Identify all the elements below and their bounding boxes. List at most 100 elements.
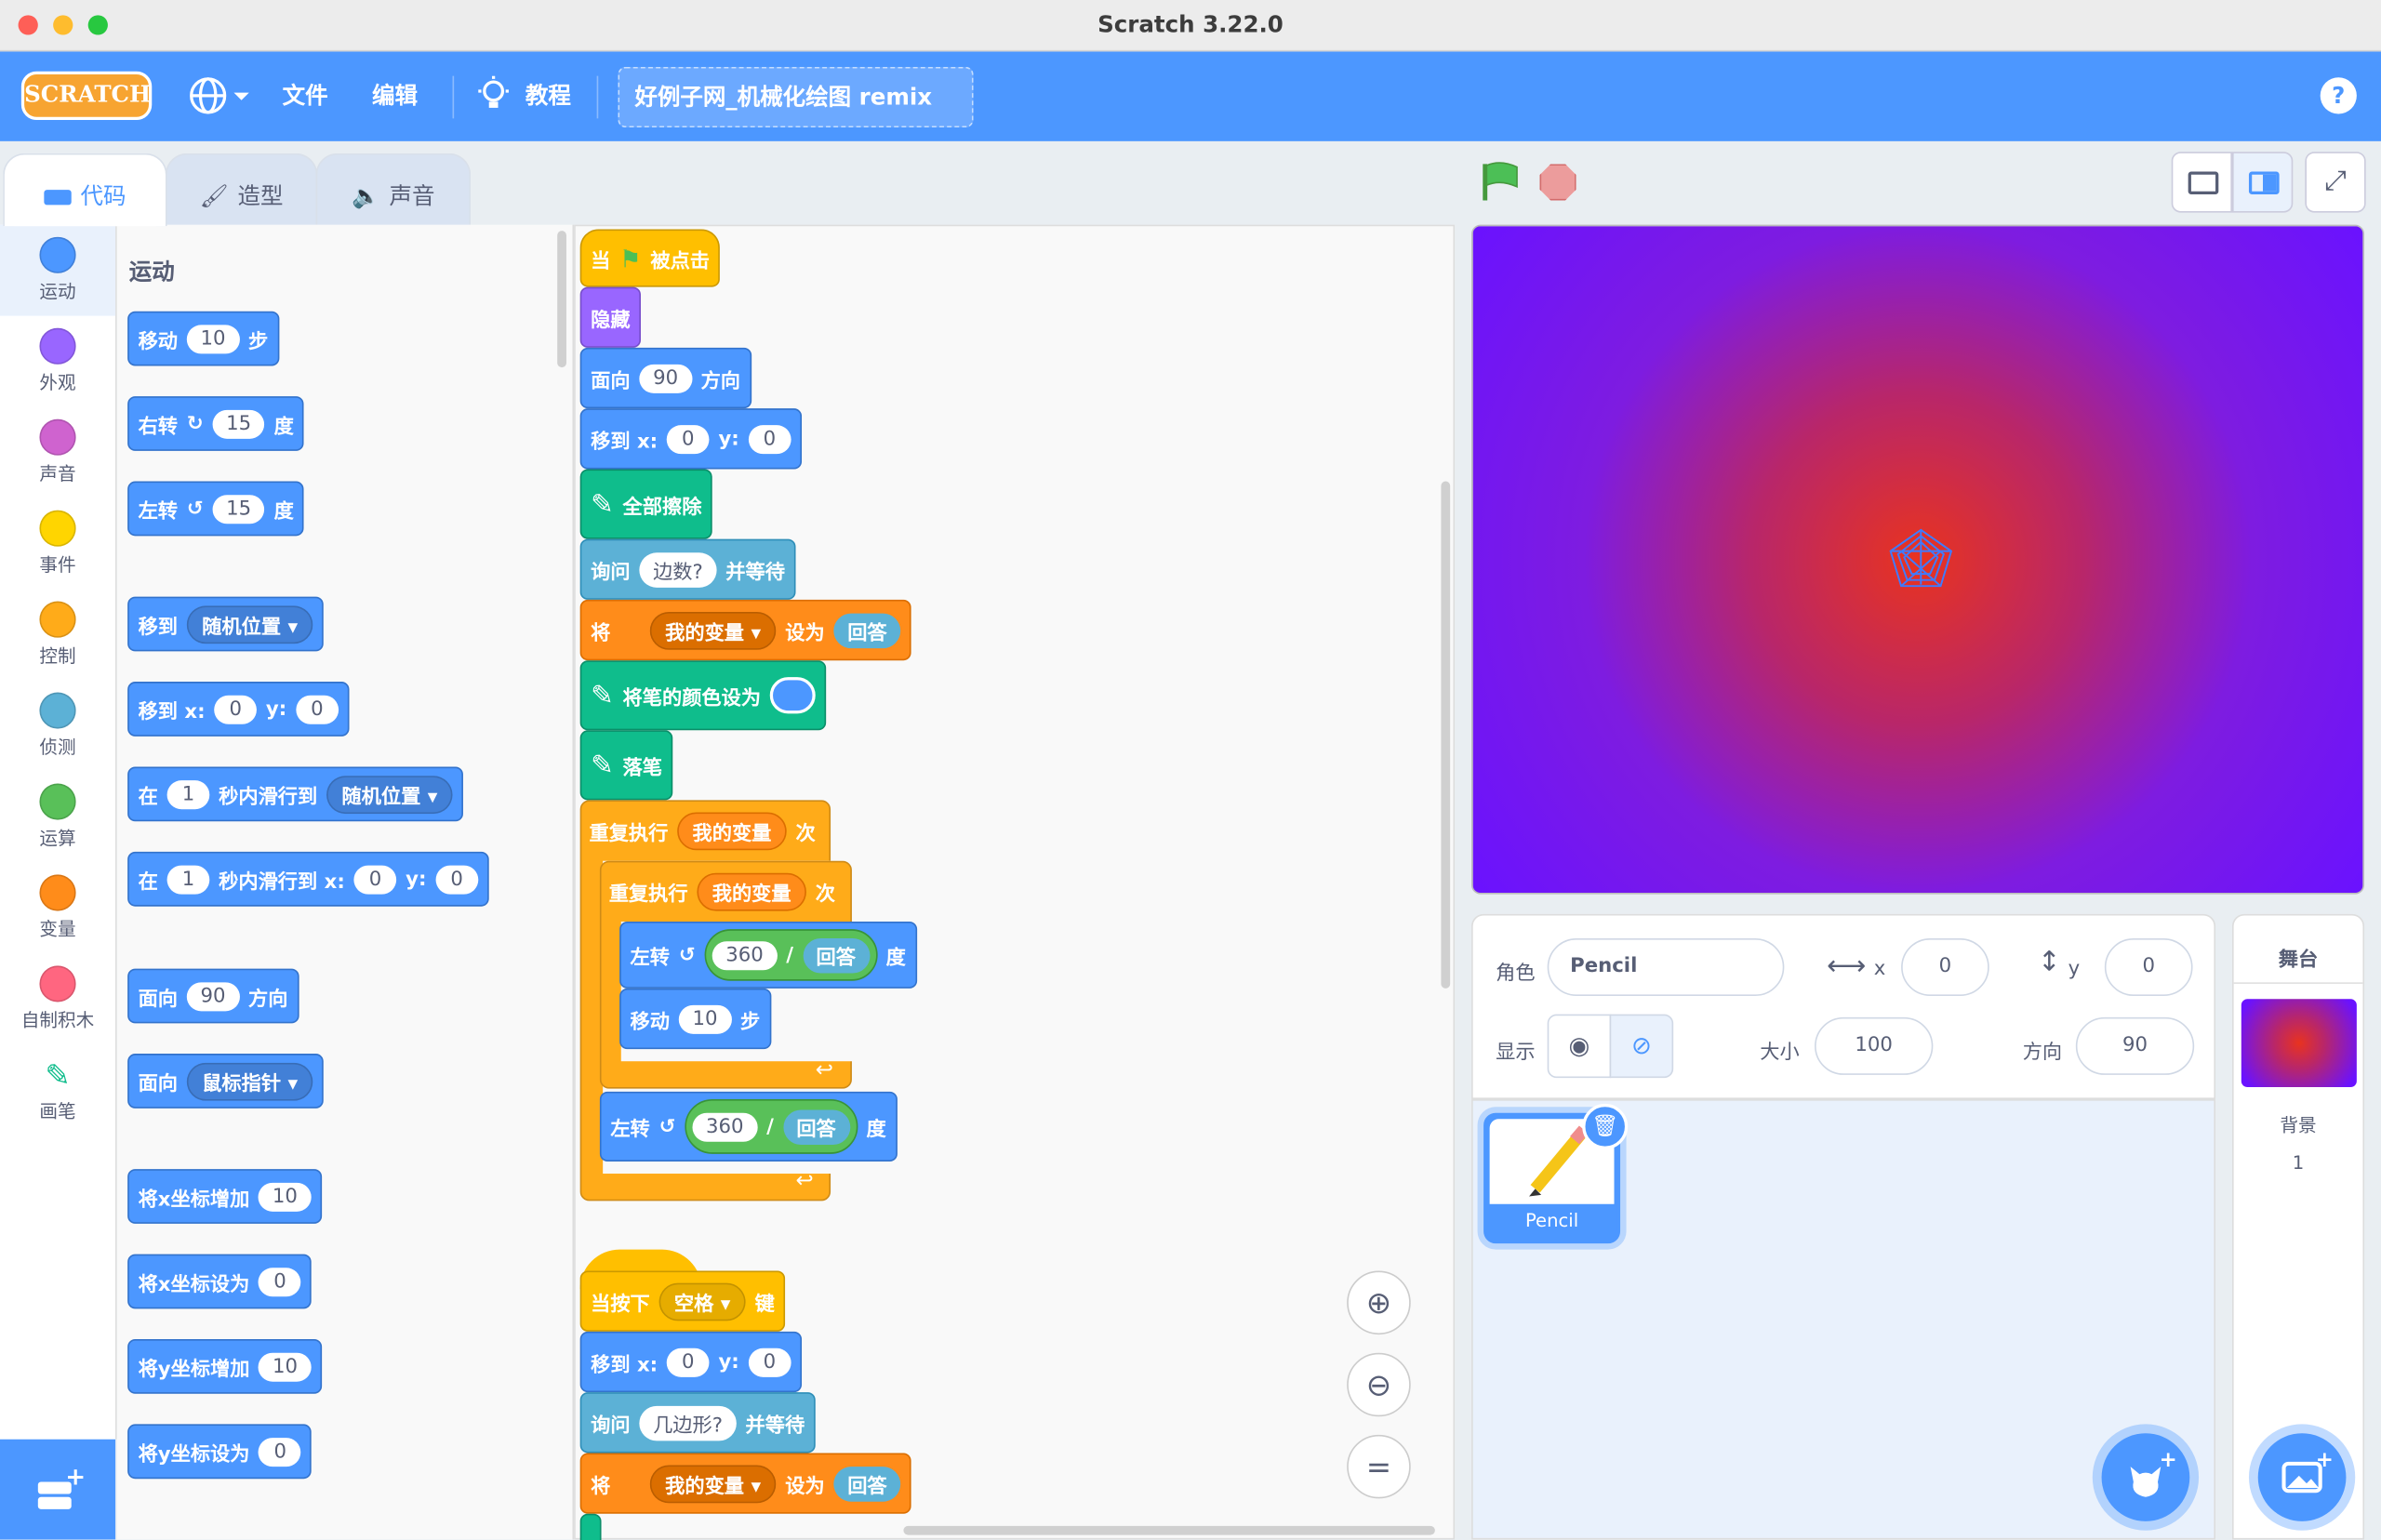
when-key-pressed-block[interactable]: 当按下 空格 ▾ 键 (579, 1270, 786, 1332)
language-menu[interactable] (188, 76, 252, 122)
motion-dot-icon (39, 236, 76, 273)
lightbulb-icon (478, 75, 509, 108)
palette-change-x-block[interactable]: 将x坐标增加 10 (127, 1169, 323, 1224)
size-input[interactable]: 100 (1815, 1016, 1934, 1075)
tab-code[interactable]: 代码 (3, 153, 167, 227)
repeat-outer-label: 重复执行 我的变量次 (580, 800, 825, 860)
show-label: 显示 (1496, 1041, 1536, 1065)
ask-and-wait-block-2[interactable]: 询问 几边形? 并等待 (579, 1392, 816, 1454)
menubar: SCRATCH 文件 编辑 教程 好例子网_机械化绘图 remix ? (0, 51, 2381, 141)
category-operators[interactable]: 运算 (0, 771, 115, 862)
palette-point-block[interactable]: 面向 90 方向 (127, 968, 299, 1024)
palette-goto-block[interactable]: 移到 随机位置 ▾ (127, 596, 324, 652)
turn-left-block-2[interactable]: 左转 ↺ 360/回答度 (599, 1091, 898, 1162)
scratch-logo[interactable]: SCRATCH (20, 71, 153, 120)
hide-sprite-button[interactable]: ⊘ (1609, 1014, 1674, 1079)
show-sprite-button[interactable]: ◉ (1547, 1014, 1612, 1079)
move-steps-block[interactable]: 移动 10 步 (619, 988, 771, 1050)
direction-input[interactable]: 90 (2075, 1016, 2195, 1075)
palette-glide-xy-block[interactable]: 在 1 秒内滑行到 x: 0 y: 0 (127, 851, 489, 907)
rotate-left-icon: ↺ (186, 497, 204, 521)
tab-sounds[interactable]: 🔈 声音 (315, 153, 472, 227)
category-control[interactable]: 控制 (0, 589, 115, 680)
script-area: 当 ⚑ 被点击 隐藏 面向 90 方向 移到 x: 0 y: 0 ✎ 全部擦除 询问 边数? 并等待… (574, 224, 1456, 1540)
size-label: 大小 (1760, 1041, 1800, 1065)
sprite-name-input[interactable]: Pencil (1547, 937, 1785, 997)
when-flag-clicked-block[interactable]: 当 ⚑ 被点击 (579, 229, 721, 287)
large-stage-icon (2248, 171, 2280, 194)
tutorials-menu[interactable]: 教程 (477, 75, 571, 113)
stage-panel-title: 舞台 (2278, 949, 2319, 972)
edit-menu[interactable]: 编辑 (372, 79, 418, 111)
globe-icon (190, 77, 249, 114)
zoom-reset-button[interactable]: = (1347, 1434, 1411, 1499)
point-direction-block[interactable]: 面向 90 方向 (579, 347, 752, 409)
category-motion[interactable]: 运动 (0, 224, 116, 316)
control-dot-icon (39, 601, 76, 638)
set-variable-block[interactable]: 将我的变量 ▾ 设为 回答 (579, 599, 911, 661)
hide-block[interactable]: 隐藏 (579, 286, 642, 348)
large-stage-button[interactable] (2231, 152, 2294, 213)
palette-point-towards-block[interactable]: 面向 鼠标指针 ▾ (127, 1054, 324, 1109)
pen-clear-block[interactable]: ✎ 全部擦除 (579, 469, 712, 539)
fullscreen-button[interactable]: ⤢ (2305, 152, 2366, 213)
choose-backdrop-button[interactable]: + (2257, 1433, 2347, 1521)
set-pen-color-block[interactable]: ✎ 将笔的颜色设为 (579, 660, 827, 731)
category-looks[interactable]: 外观 (0, 316, 115, 407)
tab-costumes[interactable]: 🖌 造型 (165, 153, 318, 227)
ask-and-wait-block[interactable]: 询问 边数? 并等待 (579, 538, 796, 600)
script-vertical-scrollbar[interactable] (1441, 481, 1451, 989)
palette-scrollbar[interactable] (557, 231, 566, 368)
palette-turn-left-block[interactable]: 左转 ↺ 15 度 (127, 481, 305, 537)
add-extension-button[interactable]: + (0, 1439, 116, 1540)
palette-turn-right-block[interactable]: 右转 ↻ 15 度 (127, 396, 305, 451)
choose-sprite-button[interactable]: + (2101, 1433, 2190, 1521)
palette-change-y-block[interactable]: 将y坐标增加 10 (127, 1338, 323, 1394)
set-pen-color-block-2[interactable] (579, 1513, 602, 1540)
green-flag-button[interactable] (1481, 161, 1520, 209)
zoom-in-button[interactable]: ⊕ (1347, 1270, 1411, 1335)
stop-button[interactable] (1539, 164, 1576, 201)
y-input[interactable]: 0 (2104, 937, 2193, 997)
direction-label: 方向 (2022, 1041, 2063, 1065)
palette-goto-xy-block[interactable]: 移到 x: 0 y: 0 (127, 682, 350, 737)
goto-xy-block-2[interactable]: 移到 x: 0 y: 0 (579, 1331, 802, 1393)
brush-icon: 🖌 (199, 181, 229, 210)
file-menu[interactable]: 文件 (283, 79, 328, 111)
palette-set-y-block[interactable]: 将y坐标设为 0 (127, 1424, 313, 1480)
palette-set-x-block[interactable]: 将x坐标设为 0 (127, 1254, 313, 1309)
svg-text:+: + (2316, 1448, 2334, 1472)
pen-icon: ✎ (591, 749, 614, 781)
small-stage-button[interactable] (2171, 152, 2232, 213)
variables-dot-icon (39, 874, 76, 911)
category-sensing[interactable]: 侦测 (0, 680, 115, 771)
category-pen[interactable]: ✎ 画笔 (0, 1044, 115, 1135)
x-input[interactable]: 0 (1901, 937, 1989, 997)
backdrop-thumbnail[interactable] (2241, 999, 2357, 1087)
window-titlebar: Scratch 3.22.0 (0, 0, 2381, 52)
block-categories: 运动 外观 声音 事件 控制 侦测 运算 变量 自制积木 ✎ 画笔 (0, 224, 117, 1440)
help-button[interactable]: ? (2320, 77, 2357, 114)
svg-text:+: + (65, 1464, 86, 1492)
goto-xy-block[interactable]: 移到 x: 0 y: 0 (579, 408, 802, 470)
palette-glide-block[interactable]: 在 1 秒内滑行到 随机位置 ▾ (127, 766, 464, 822)
set-variable-block-2[interactable]: 将我的变量 ▾ 设为 回答 (579, 1453, 911, 1514)
rotate-left-icon: ↺ (678, 943, 696, 967)
delete-sprite-button[interactable]: 🗑 (1582, 1103, 1629, 1149)
loop-arrow-icon: ↩ (815, 1057, 833, 1083)
category-events[interactable]: 事件 (0, 498, 115, 590)
stage-canvas[interactable] (1471, 224, 2365, 895)
zoom-out-button[interactable]: ⊖ (1347, 1352, 1411, 1417)
pen-down-block[interactable]: ✎ 落笔 (579, 730, 673, 801)
project-title-input[interactable]: 好例子网_机械化绘图 remix (618, 66, 974, 128)
script-horizontal-scrollbar[interactable] (903, 1525, 1435, 1535)
backdrops-count: 1 (2292, 1152, 2305, 1175)
palette-move-block[interactable]: 移动 10 步 (127, 311, 279, 366)
turn-left-block[interactable]: 左转 ↺ 360/回答度 (619, 922, 917, 989)
color-swatch[interactable] (769, 677, 816, 714)
pen-drawing (1889, 528, 1953, 588)
svg-text:+: + (2160, 1448, 2177, 1472)
category-sound[interactable]: 声音 (0, 407, 115, 498)
category-my-blocks[interactable]: 自制积木 (0, 953, 115, 1044)
category-variables[interactable]: 变量 (0, 862, 115, 953)
